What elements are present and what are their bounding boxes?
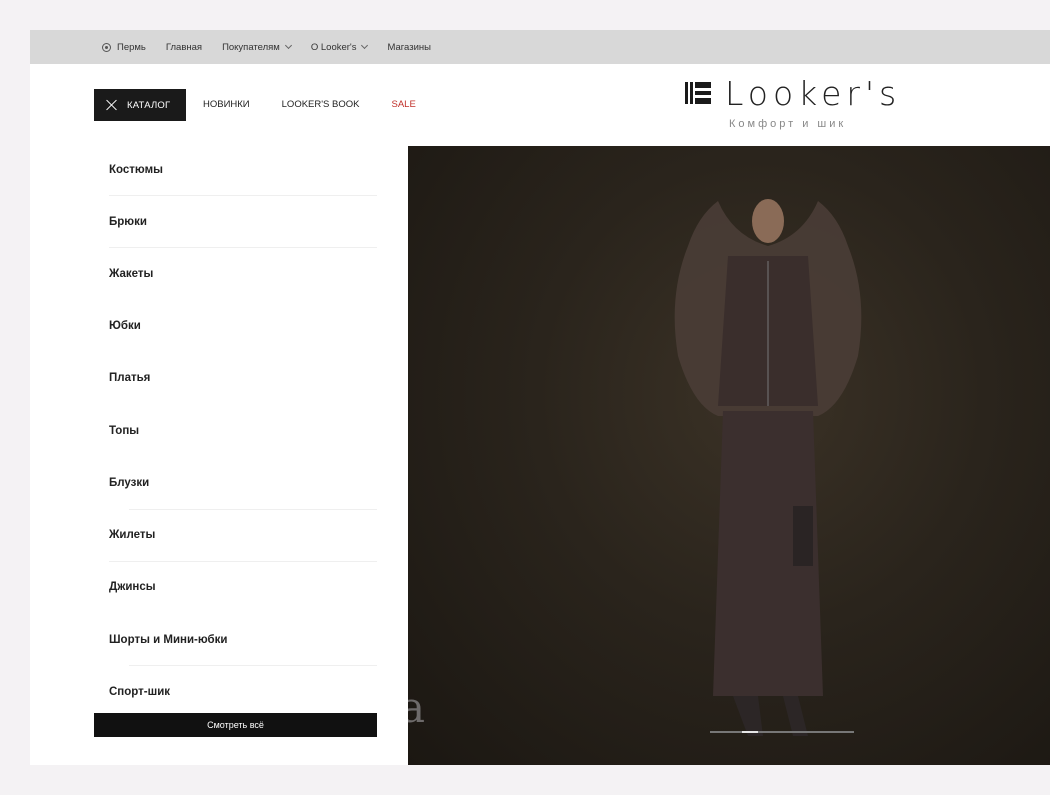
topbar-link-home[interactable]: Главная — [166, 42, 202, 53]
location-icon — [102, 42, 111, 52]
menu-item-tops[interactable]: Топы — [109, 425, 139, 437]
catalog-label: КАТАЛОГ — [127, 99, 171, 111]
logo[interactable]: Looker's Комфорт и шик — [685, 74, 896, 138]
logo-tagline: Комфорт и шик — [729, 118, 847, 130]
topbar-link-stores[interactable]: Магазины — [387, 42, 430, 53]
divider — [109, 247, 377, 248]
main-nav: НОВИНКИ LOOKER'S BOOK SALE — [203, 99, 448, 110]
top-bar: Пермь Главная Покупателям O Looker's Маг… — [30, 30, 1050, 64]
topbar-link-label: Главная — [165, 41, 203, 53]
catalog-menu: Костюмы Брюки Жакеты Юбки Платья Топы Бл… — [30, 146, 408, 765]
menu-item-suits[interactable]: Костюмы — [109, 164, 163, 176]
menu-item-skirts[interactable]: Юбки — [109, 320, 141, 332]
header: КАТАЛОГ НОВИНКИ LOOKER'S BOOK SALE Looke… — [30, 64, 1050, 146]
logo-mark-icon — [685, 82, 711, 104]
divider — [109, 195, 377, 196]
topbar-link-label: Покупателям — [222, 41, 280, 53]
nav-sale[interactable]: SALE — [391, 99, 415, 110]
hero-banner[interactable] — [408, 146, 1050, 765]
divider — [129, 665, 377, 666]
menu-item-jackets[interactable]: Жакеты — [109, 268, 153, 280]
menu-item-blouses[interactable]: Блузки — [109, 477, 149, 489]
logo-text: Looker's — [725, 74, 902, 113]
model-image — [674, 199, 862, 736]
menu-item-dresses[interactable]: Платья — [109, 372, 150, 384]
slider-progress[interactable] — [710, 731, 854, 733]
menu-item-shorts[interactable]: Шорты и Мини-юбки — [109, 634, 227, 646]
chevron-down-icon — [361, 41, 369, 50]
city-selector[interactable]: Пермь — [102, 42, 146, 53]
catalog-button[interactable]: КАТАЛОГ — [94, 89, 186, 121]
nav-lookers-book[interactable]: LOOKER'S BOOK — [282, 99, 360, 110]
close-icon — [106, 99, 118, 111]
view-all-button[interactable]: Смотреть всё — [94, 713, 377, 737]
divider — [129, 509, 377, 510]
city-label: Пермь — [117, 41, 146, 53]
menu-item-trousers[interactable]: Брюки — [109, 216, 147, 228]
menu-item-sport-chic[interactable]: Спорт-шик — [109, 686, 170, 698]
topbar-link-label: O Looker's — [310, 41, 357, 53]
nav-new[interactable]: НОВИНКИ — [203, 99, 250, 110]
topbar-link-customers[interactable]: Покупателям — [222, 41, 292, 53]
topbar-link-label: Магазины — [387, 41, 431, 53]
chevron-down-icon — [284, 41, 292, 50]
slider-progress-active — [742, 731, 758, 733]
menu-item-vests[interactable]: Жилеты — [109, 529, 155, 541]
divider — [109, 561, 377, 562]
topbar-link-about[interactable]: O Looker's — [310, 41, 369, 53]
menu-item-jeans[interactable]: Джинсы — [109, 581, 156, 593]
